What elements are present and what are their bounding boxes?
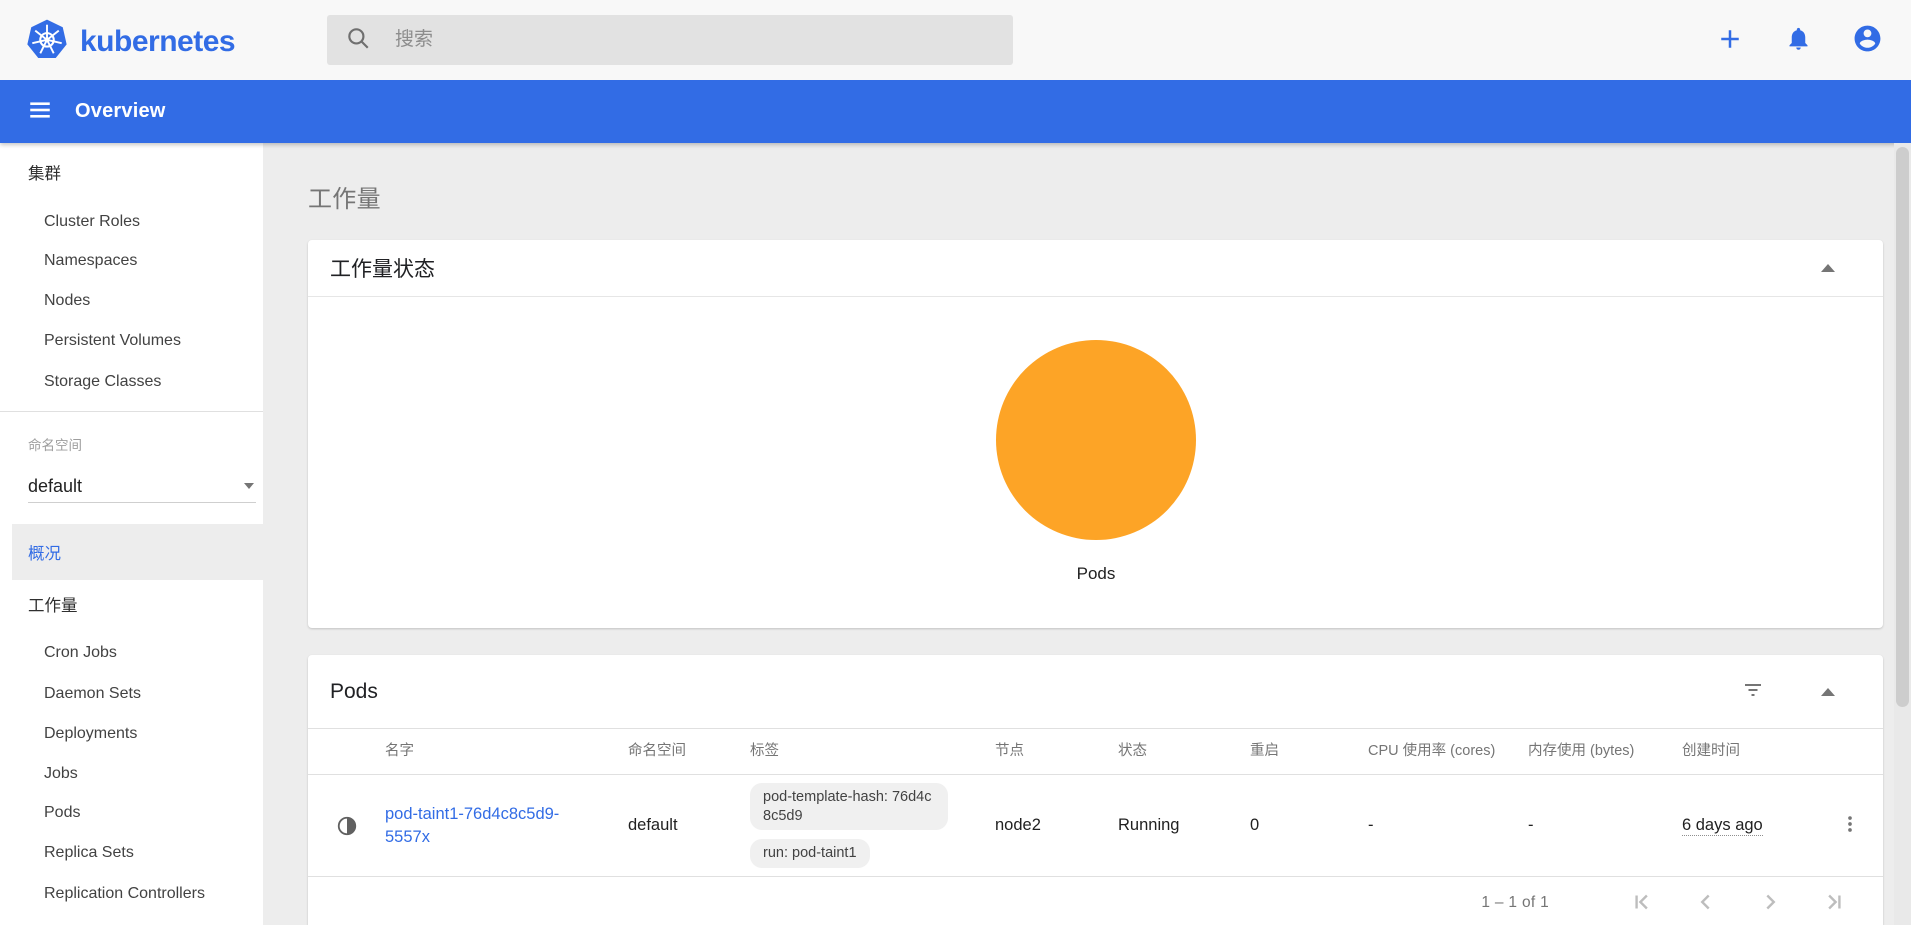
cell-created: 6 days ago bbox=[1682, 816, 1830, 835]
label-chip: run: pod-taint1 bbox=[750, 839, 870, 868]
cell-memory: - bbox=[1528, 816, 1682, 835]
kubernetes-logo-icon bbox=[26, 18, 68, 65]
col-node[interactable]: 节点 bbox=[995, 742, 1118, 760]
search-input[interactable] bbox=[395, 29, 995, 51]
scrollbar-thumb[interactable] bbox=[1896, 147, 1909, 707]
col-name[interactable]: 名字 bbox=[385, 742, 628, 760]
namespace-select-underline bbox=[28, 502, 256, 503]
created-tooltip-text: 6 days ago bbox=[1682, 816, 1763, 836]
namespace-label: 命名空间 bbox=[28, 433, 82, 459]
collapse-icon[interactable] bbox=[1821, 688, 1835, 696]
pods-pie-label: Pods bbox=[996, 564, 1196, 584]
pod-status-icon bbox=[308, 815, 385, 837]
sidebar-item-overview[interactable]: 概况 bbox=[12, 524, 263, 580]
pods-pie bbox=[996, 340, 1196, 540]
last-page-icon bbox=[1821, 889, 1847, 918]
plus-icon bbox=[1715, 24, 1745, 57]
sidebar-item-overview-label: 概况 bbox=[28, 540, 61, 564]
sidebar-item-replica-sets[interactable]: Replica Sets bbox=[44, 840, 134, 866]
sidebar-item-replication-controllers[interactable]: Replication Controllers bbox=[44, 881, 205, 907]
top-header: kubernetes bbox=[0, 0, 1911, 80]
sidebar-item-pods[interactable]: Pods bbox=[44, 800, 80, 826]
sidebar-item-jobs[interactable]: Jobs bbox=[44, 761, 78, 787]
cell-cpu: - bbox=[1368, 816, 1528, 835]
table-row: pod-taint1-76d4c8c5d9-5557x default pod-… bbox=[308, 775, 1883, 877]
filter-icon bbox=[1741, 678, 1765, 705]
sidebar-section-cluster: 集群 bbox=[28, 161, 61, 187]
create-button[interactable] bbox=[1713, 22, 1747, 59]
header-actions bbox=[1713, 0, 1885, 80]
brand-wordmark: kubernetes bbox=[80, 25, 235, 59]
next-page-button[interactable] bbox=[1757, 889, 1783, 918]
workload-status-card-title: 工作量状态 bbox=[330, 253, 435, 283]
pods-pie-chart: Pods bbox=[308, 297, 1883, 627]
col-restarts[interactable]: 重启 bbox=[1250, 742, 1368, 760]
cell-name: pod-taint1-76d4c8c5d9-5557x bbox=[385, 803, 628, 848]
menu-icon bbox=[27, 97, 53, 126]
search-bar[interactable] bbox=[327, 15, 1013, 65]
sidebar-item-deployments[interactable]: Deployments bbox=[44, 721, 137, 747]
search-icon bbox=[345, 25, 371, 56]
page-title: 工作量 bbox=[308, 179, 1883, 214]
pod-link[interactable]: pod-taint1-76d4c8c5d9-5557x bbox=[385, 803, 590, 848]
workload-status-card-header: 工作量状态 bbox=[308, 240, 1883, 297]
cell-namespace: default bbox=[628, 816, 750, 835]
col-created[interactable]: 创建时间 bbox=[1682, 742, 1830, 760]
cell-labels: pod-template-hash: 76d4c8c5d9 run: pod-t… bbox=[750, 783, 995, 869]
last-page-button[interactable] bbox=[1821, 889, 1847, 918]
col-status[interactable]: 状态 bbox=[1118, 742, 1250, 760]
brand[interactable]: kubernetes bbox=[26, 18, 235, 65]
pods-card-header: Pods bbox=[308, 655, 1883, 729]
col-labels[interactable]: 标签 bbox=[750, 742, 995, 760]
row-actions-button[interactable] bbox=[1839, 813, 1861, 838]
sidebar-item-cron-jobs[interactable]: Cron Jobs bbox=[44, 640, 117, 666]
first-page-button[interactable] bbox=[1629, 889, 1655, 918]
pods-table-header: 名字 命名空间 标签 节点 状态 重启 CPU 使用率 (cores) 内存使用… bbox=[308, 729, 1883, 775]
col-namespace[interactable]: 命名空间 bbox=[628, 742, 750, 760]
account-button[interactable] bbox=[1850, 21, 1885, 59]
bell-icon bbox=[1785, 25, 1812, 55]
sidebar-item-namespaces[interactable]: Namespaces bbox=[44, 248, 137, 274]
pods-card: Pods 名字 命名空间 标签 节点 状态 重启 CPU 使用率 (cores)… bbox=[308, 655, 1883, 925]
cell-actions bbox=[1830, 813, 1883, 838]
page-header-title: Overview bbox=[75, 100, 166, 123]
pods-card-title: Pods bbox=[330, 680, 378, 704]
app-bar: Overview bbox=[0, 80, 1911, 143]
previous-page-button[interactable] bbox=[1693, 889, 1719, 918]
pagination: 1 – 1 of 1 bbox=[308, 877, 1883, 925]
next-page-icon bbox=[1757, 889, 1783, 918]
collapse-icon[interactable] bbox=[1821, 264, 1835, 272]
namespace-select[interactable]: default bbox=[28, 473, 238, 499]
notifications-button[interactable] bbox=[1783, 23, 1814, 57]
col-cpu[interactable]: CPU 使用率 (cores) bbox=[1368, 742, 1528, 760]
account-icon bbox=[1852, 23, 1883, 57]
sidebar-item-daemon-sets[interactable]: Daemon Sets bbox=[44, 681, 141, 707]
dropdown-icon[interactable] bbox=[244, 483, 254, 489]
prev-page-icon bbox=[1693, 889, 1719, 918]
sidebar-item-persistent-volumes[interactable]: Persistent Volumes bbox=[44, 328, 181, 354]
cell-node: node2 bbox=[995, 816, 1118, 835]
sidebar-item-cluster-roles[interactable]: Cluster Roles bbox=[44, 209, 140, 235]
label-chip: pod-template-hash: 76d4c8c5d9 bbox=[750, 783, 948, 831]
filter-button[interactable] bbox=[1741, 678, 1765, 705]
kebab-icon bbox=[1839, 813, 1861, 838]
main-content: 工作量 工作量状态 Pods Pods 名字 bbox=[263, 143, 1911, 925]
first-page-icon bbox=[1629, 889, 1655, 918]
cell-restarts: 0 bbox=[1250, 816, 1368, 835]
sidebar-section-workloads: 工作量 bbox=[28, 593, 78, 619]
workload-status-card: 工作量状态 Pods bbox=[308, 240, 1883, 628]
cell-status: Running bbox=[1118, 816, 1250, 835]
sidebar-divider bbox=[0, 411, 263, 412]
col-memory[interactable]: 内存使用 (bytes) bbox=[1528, 742, 1682, 760]
sidebar-item-storage-classes[interactable]: Storage Classes bbox=[44, 369, 161, 395]
sidebar: 集群 Cluster Roles Namespaces Nodes Persis… bbox=[0, 143, 263, 925]
sidebar-item-nodes[interactable]: Nodes bbox=[44, 288, 90, 314]
pagination-range: 1 – 1 of 1 bbox=[1481, 894, 1549, 912]
vertical-scrollbar[interactable] bbox=[1894, 143, 1911, 925]
menu-button[interactable] bbox=[27, 97, 53, 126]
